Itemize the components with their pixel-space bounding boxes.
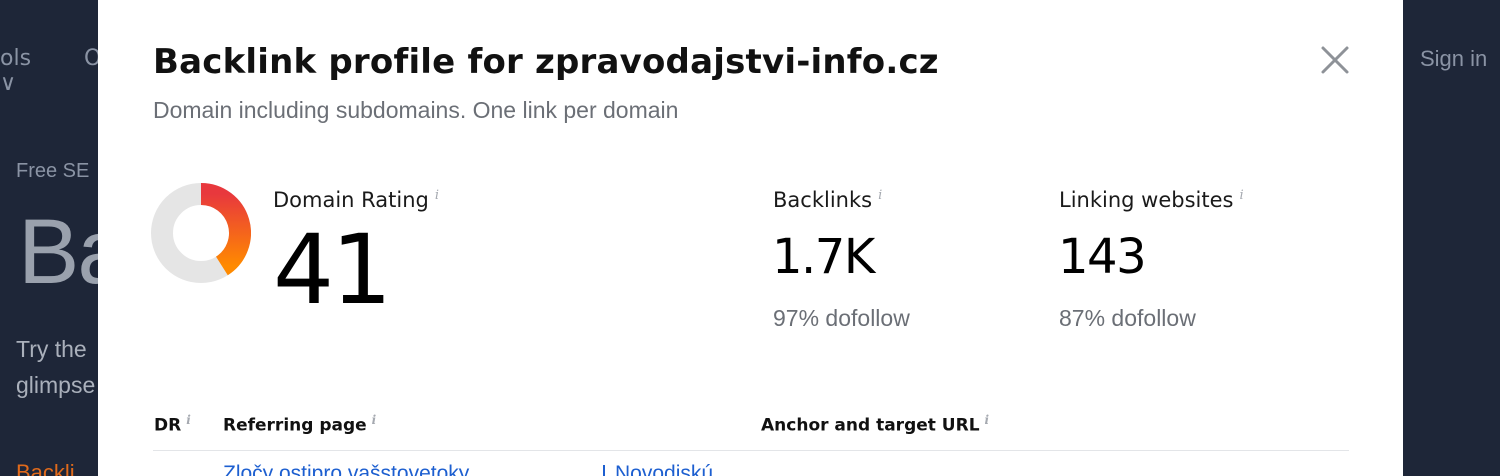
column-header-dr-label: DR	[154, 415, 182, 436]
page-kicker: Free SE	[16, 160, 90, 182]
referring-page-link[interactable]: Zločy ostipro vašstovetoky	[223, 462, 469, 476]
info-icon[interactable]: i	[435, 188, 439, 203]
domain-rating-label-text: Domain Rating	[273, 188, 429, 212]
table-header-divider	[153, 450, 1349, 451]
page-description-line1: Try the	[16, 336, 87, 362]
linking-websites-label-text: Linking websites	[1059, 188, 1234, 212]
backlinks-dofollow: 97% dofollow	[773, 305, 910, 331]
domain-rating-gauge	[151, 183, 251, 283]
backlinks-label: Backlinks i	[773, 188, 882, 212]
backlink-profile-modal: Backlink profile for zpravodajstvi-info.…	[98, 0, 1403, 476]
linking-websites-value: 143	[1058, 229, 1147, 285]
column-header-referring-page[interactable]: Referring page i	[223, 413, 376, 436]
sign-in-link[interactable]: Sign in	[1420, 46, 1487, 72]
column-header-anchor-target[interactable]: Anchor and target URL i	[761, 413, 989, 436]
modal-title: Backlink profile for zpravodajstvi-info.…	[153, 42, 939, 82]
close-icon	[1321, 46, 1349, 74]
info-icon[interactable]: i	[372, 413, 377, 427]
page-description-line2: glimpse	[16, 372, 96, 398]
page-orange-link[interactable]: Backli	[16, 460, 75, 476]
linking-websites-dofollow: 87% dofollow	[1059, 305, 1196, 331]
row-separator	[603, 465, 605, 476]
close-button[interactable]	[1317, 42, 1353, 78]
column-header-dr[interactable]: DR i	[154, 413, 191, 436]
domain-rating-label: Domain Rating i	[273, 188, 439, 212]
backlinks-value: 1.7K	[772, 229, 875, 285]
info-icon[interactable]: i	[186, 413, 191, 427]
column-header-referring-page-label: Referring page	[223, 415, 367, 436]
modal-subtitle: Domain including subdomains. One link pe…	[153, 97, 679, 123]
column-header-anchor-target-label: Anchor and target URL	[761, 415, 980, 436]
domain-rating-value: 41	[273, 214, 392, 326]
backlinks-label-text: Backlinks	[773, 188, 873, 212]
info-icon[interactable]: i	[1239, 188, 1243, 203]
anchor-link[interactable]: Novodiskú	[615, 462, 713, 476]
nav-tools-menu[interactable]: ols ∨	[0, 46, 31, 96]
linking-websites-label: Linking websites i	[1059, 188, 1244, 212]
info-icon[interactable]: i	[878, 188, 882, 203]
gauge-arc	[200, 183, 251, 276]
info-icon[interactable]: i	[985, 413, 990, 427]
